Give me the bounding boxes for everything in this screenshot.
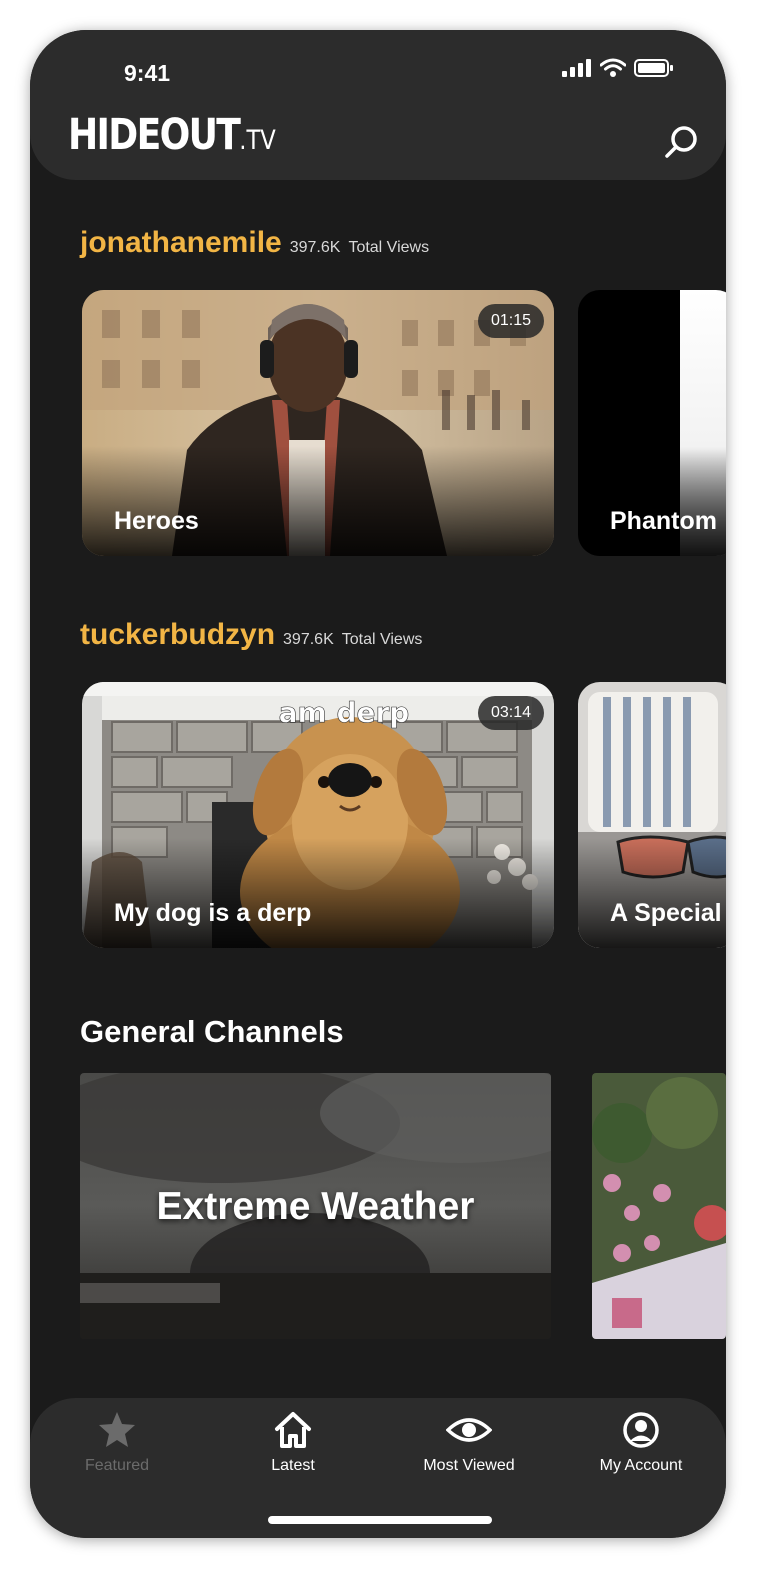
status-time: 9:41 xyxy=(124,60,171,86)
channel-thumbnail xyxy=(592,1073,726,1339)
channel-header: jonathanemile 397.6K Total Views xyxy=(80,226,429,260)
nav-featured[interactable]: Featured xyxy=(42,1410,192,1475)
channel-title: Extreme Weather xyxy=(156,1185,475,1228)
video-title: Heroes xyxy=(114,507,199,535)
views-label: Total Views xyxy=(348,239,430,256)
status-icons xyxy=(562,58,674,78)
search-button[interactable] xyxy=(664,124,700,165)
wifi-icon xyxy=(600,58,626,77)
card-gradient xyxy=(82,838,554,948)
nav-label: Latest xyxy=(271,1457,315,1474)
video-card[interactable]: 01:15 Heroes xyxy=(82,290,554,556)
battery-icon xyxy=(634,59,673,77)
nav-label: My Account xyxy=(599,1457,683,1474)
channel-views: 397.6K Total Views xyxy=(283,631,422,649)
search-icon xyxy=(665,126,697,158)
views-count: 397.6K xyxy=(283,631,334,648)
channel-views: 397.6K Total Views xyxy=(290,239,429,257)
card-gradient xyxy=(578,838,726,948)
card-gradient xyxy=(82,446,554,556)
nav-my-account[interactable]: My Account xyxy=(566,1410,716,1475)
video-title: A Special xyxy=(610,899,722,927)
signal-icon xyxy=(562,59,591,77)
home-icon xyxy=(275,1412,311,1448)
channel-header: tuckerbudzyn 397.6K Total Views xyxy=(80,618,422,652)
eye-icon xyxy=(445,1418,493,1442)
video-card[interactable]: A Special xyxy=(578,682,726,948)
section-title: General Channels xyxy=(80,1014,344,1049)
channel-card[interactable] xyxy=(592,1073,726,1339)
channel-card[interactable]: Extreme Weather xyxy=(80,1073,551,1339)
app-logo[interactable]: HIDEOUT.TV xyxy=(68,114,276,157)
video-title: Phantom xyxy=(610,507,717,535)
account-icon xyxy=(623,1412,659,1448)
app-header: 9:41 HIDEOUT.TV xyxy=(30,30,726,180)
video-card[interactable]: am derp 03:14 My dog is a derp xyxy=(82,682,554,948)
views-label: Total Views xyxy=(341,631,423,648)
views-count: 397.6K xyxy=(289,239,341,256)
duration-badge: 03:14 xyxy=(477,696,544,730)
logo-main: HIDEOUT xyxy=(68,110,241,160)
logo-suffix: .TV xyxy=(239,125,276,156)
nav-label: Featured xyxy=(84,1457,150,1474)
nav-latest[interactable]: Latest xyxy=(218,1410,368,1475)
star-icon xyxy=(99,1412,135,1447)
nav-label: Most Viewed xyxy=(423,1457,515,1474)
video-title: My dog is a derp xyxy=(114,899,312,927)
channel-name[interactable]: tuckerbudzyn xyxy=(80,618,275,652)
video-caption: am derp xyxy=(279,696,410,729)
card-gradient xyxy=(578,446,726,556)
nav-most-viewed[interactable]: Most Viewed xyxy=(394,1410,544,1475)
phone-screen: 9:41 HIDEOUT.TV jonathanemile 397.6K Tot… xyxy=(30,30,726,1538)
duration-badge: 01:15 xyxy=(477,304,544,338)
video-card[interactable]: Phantom xyxy=(578,290,726,556)
channel-name[interactable]: jonathanemile xyxy=(80,226,282,260)
home-indicator[interactable] xyxy=(268,1516,492,1524)
